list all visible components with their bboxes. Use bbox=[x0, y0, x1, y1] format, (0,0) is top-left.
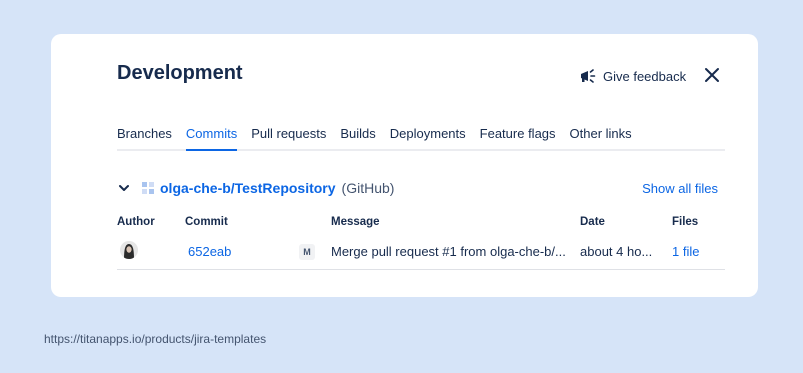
header-message: Message bbox=[331, 216, 380, 228]
repository-source: (GitHub) bbox=[341, 180, 395, 196]
repository-header: olga-che-b/TestRepository (GitHub) Show … bbox=[117, 178, 725, 198]
tab-commits[interactable]: Commits bbox=[185, 126, 238, 151]
files-link[interactable]: 1 file bbox=[672, 244, 699, 259]
give-feedback-button[interactable]: Give feedback bbox=[579, 66, 686, 86]
close-icon bbox=[705, 68, 719, 82]
header-author: Author bbox=[117, 216, 155, 228]
commit-date: about 4 ho... bbox=[580, 244, 653, 259]
header-date: Date bbox=[580, 216, 605, 228]
repository-icon bbox=[142, 182, 154, 194]
chevron-down-icon[interactable] bbox=[117, 181, 131, 195]
tab-other-links[interactable]: Other links bbox=[570, 126, 632, 149]
give-feedback-label: Give feedback bbox=[603, 68, 687, 84]
table-row: 652eab M Merge pull request #1 from olga… bbox=[117, 239, 725, 270]
tab-bar: Branches Commits Pull requests Builds De… bbox=[117, 126, 725, 151]
footer-url: https://titanapps.io/products/jira-templ… bbox=[44, 332, 267, 346]
merge-badge: M bbox=[299, 244, 315, 260]
header-files: Files bbox=[672, 216, 699, 228]
tab-builds[interactable]: Builds bbox=[340, 126, 375, 149]
repository-link[interactable]: olga-che-b/TestRepository bbox=[160, 180, 336, 196]
commit-hash-link[interactable]: 652eab bbox=[188, 244, 231, 259]
megaphone-icon bbox=[579, 68, 597, 84]
dialog-title: Development bbox=[117, 62, 243, 84]
tab-branches[interactable]: Branches bbox=[117, 126, 172, 149]
tab-deployments[interactable]: Deployments bbox=[390, 126, 466, 149]
commit-message: Merge pull request #1 from olga-che-b/..… bbox=[331, 244, 566, 259]
header-commit: Commit bbox=[185, 216, 228, 228]
show-all-files-link[interactable]: Show all files bbox=[642, 181, 718, 196]
tab-feature-flags[interactable]: Feature flags bbox=[480, 126, 556, 149]
table-header: Author Commit Message Date Files bbox=[117, 216, 725, 232]
tab-pull-requests[interactable]: Pull requests bbox=[251, 126, 326, 149]
avatar bbox=[120, 241, 138, 259]
development-dialog: Development Give feedback Branches Commi… bbox=[51, 34, 758, 297]
close-button[interactable] bbox=[703, 66, 721, 84]
